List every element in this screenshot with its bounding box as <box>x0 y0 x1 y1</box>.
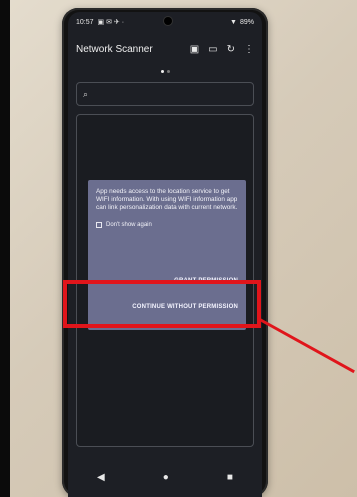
wifi-icon: ▼ <box>230 18 237 26</box>
status-right: ▼ 89% <box>230 19 254 26</box>
phone-screen: 10:57 ▣ ✉ ✈ · ▼ 89% Network Scanner ▣ ▭ … <box>68 12 262 497</box>
home-icon[interactable]: ● <box>163 472 169 483</box>
dont-show-again-row[interactable]: Don't show again <box>96 222 238 228</box>
status-left: 10:57 ▣ ✉ ✈ · <box>76 18 125 27</box>
back-icon[interactable]: ◀ <box>97 472 105 483</box>
app-actions: ▣ ▭ ↻ ⋮ <box>190 44 254 55</box>
left-frame-edge <box>0 0 10 497</box>
dialog-message: App needs access to the location service… <box>96 188 238 211</box>
app-bar: Network Scanner ▣ ▭ ↻ ⋮ <box>68 34 262 64</box>
recents-icon[interactable]: ■ <box>227 472 233 483</box>
status-bar: 10:57 ▣ ✉ ✈ · ▼ 89% <box>68 12 262 32</box>
status-time: 10:57 <box>76 18 94 26</box>
search-input[interactable] <box>92 88 247 100</box>
search-box[interactable]: ⌕ <box>76 82 254 106</box>
page-dot-active <box>160 70 164 73</box>
app-title: Network Scanner <box>76 43 153 55</box>
save-icon[interactable]: ▣ <box>190 44 199 55</box>
notification-icons: ▣ ✉ ✈ · <box>97 19 125 26</box>
more-icon[interactable]: ⋮ <box>244 44 254 55</box>
front-camera <box>164 17 172 25</box>
refresh-icon[interactable]: ↻ <box>227 44 235 55</box>
battery-level: 89% <box>239 18 254 26</box>
dont-show-again-checkbox[interactable] <box>96 222 102 228</box>
phone-device: 10:57 ▣ ✉ ✈ · ▼ 89% Network Scanner ▣ ▭ … <box>62 8 268 497</box>
page-dot <box>166 70 170 73</box>
dont-show-again-label: Don't show again <box>106 222 152 228</box>
folder-icon[interactable]: ▭ <box>208 44 217 55</box>
navigation-bar: ◀ ● ■ <box>68 465 262 489</box>
red-highlight-box <box>63 280 261 328</box>
page-indicator <box>68 70 262 73</box>
search-icon: ⌕ <box>83 88 89 99</box>
